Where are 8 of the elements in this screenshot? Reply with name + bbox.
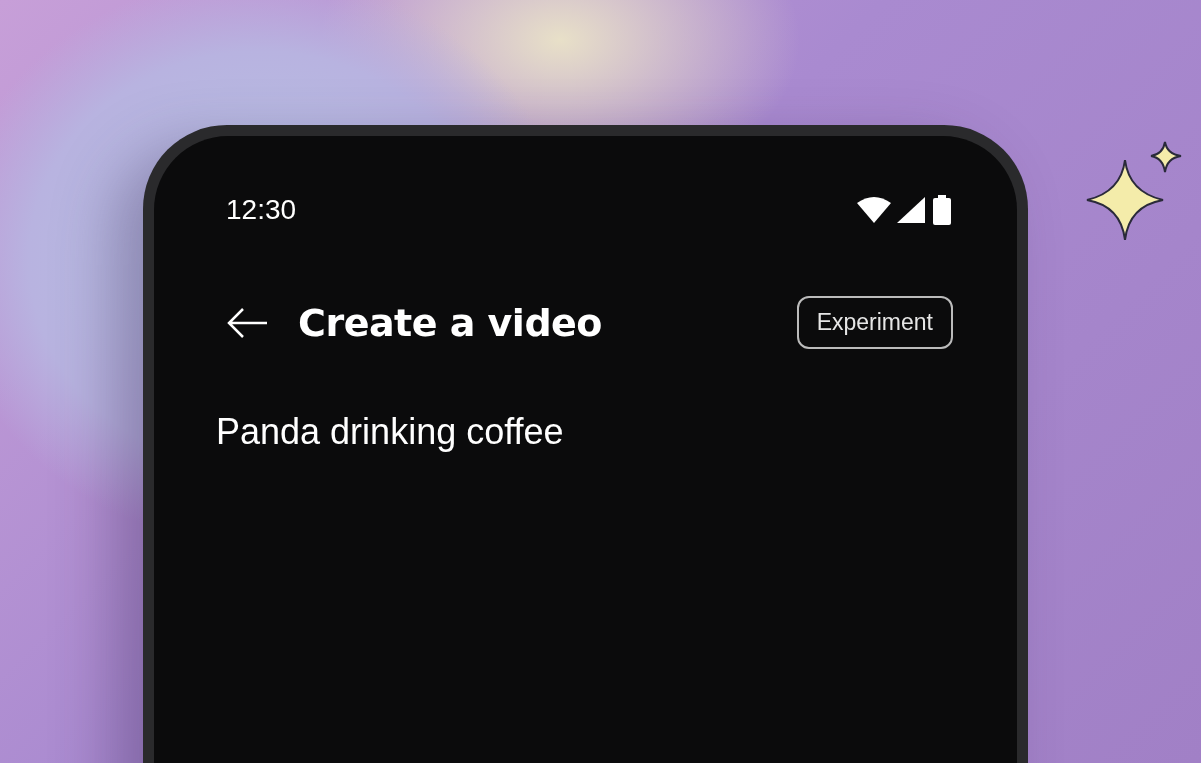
wifi-icon: [857, 197, 891, 223]
experiment-badge: Experiment: [796, 296, 953, 349]
battery-icon: [931, 195, 953, 225]
status-time: 12:30: [226, 194, 297, 226]
signal-icon: [897, 197, 925, 223]
back-arrow-icon[interactable]: [226, 306, 268, 339]
prompt-text[interactable]: Panda drinking coffee: [216, 411, 953, 453]
page-title: Create a video: [298, 300, 603, 345]
